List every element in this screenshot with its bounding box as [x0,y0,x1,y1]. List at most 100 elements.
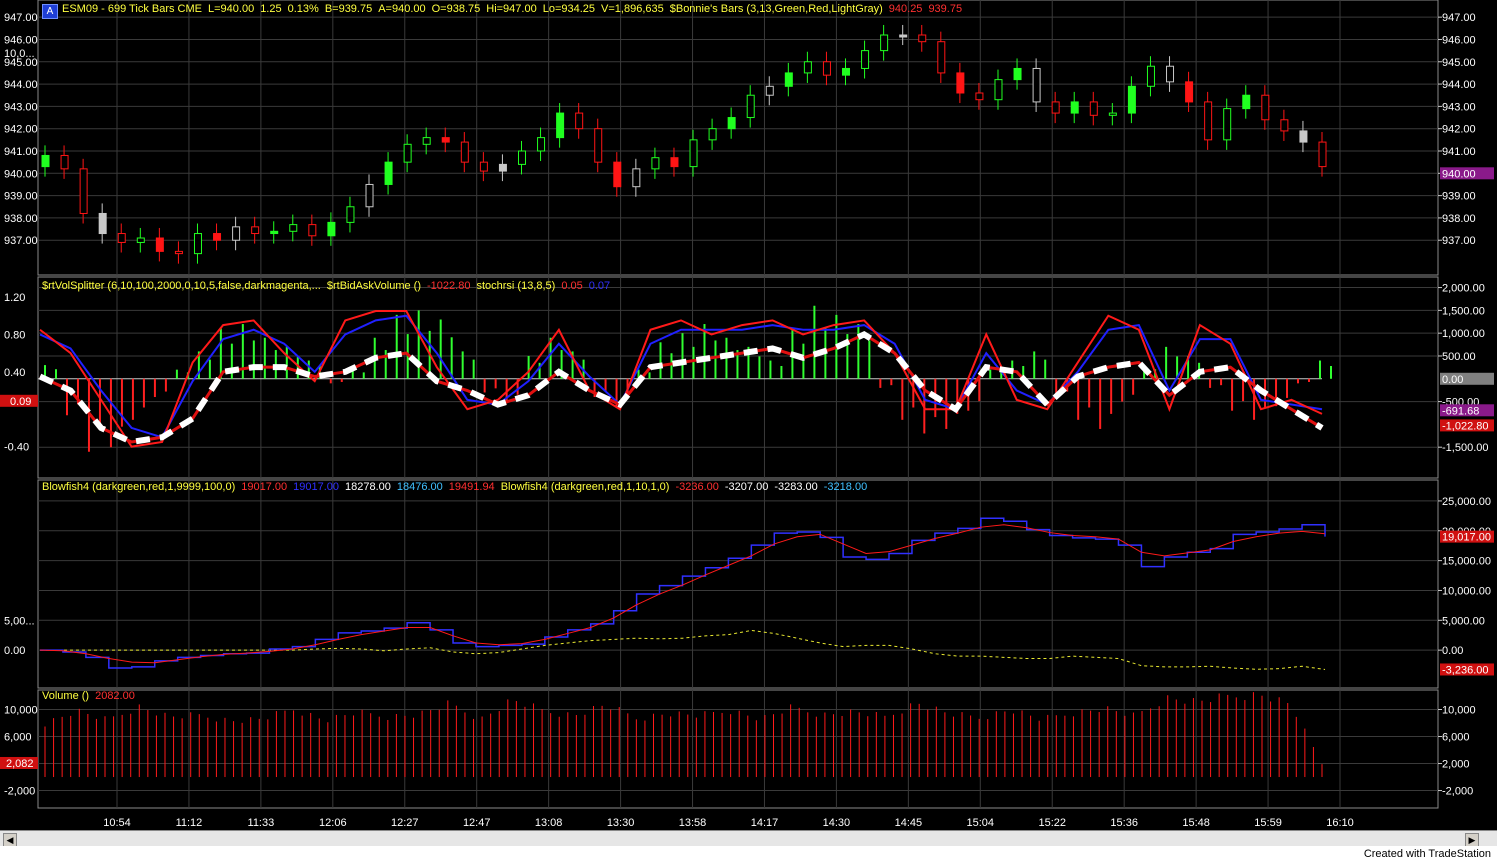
candle-body-21 [441,137,450,143]
header-value-2-3: stochrsi (13,8,5) [476,280,556,292]
candle-body-43 [861,50,870,69]
y-tick-right-2-2: 15,000.00 [1442,556,1491,568]
candle-body-32 [651,157,660,170]
chart-symbol-badge[interactable]: A [42,4,58,19]
y-tick-left-0-4: 943.00 [4,101,38,113]
candle-body-25 [517,150,526,165]
vol-left-flag-label: 2,082 [6,758,34,770]
time-label-11: 14:45 [895,817,923,829]
time-label-14: 15:36 [1110,817,1138,829]
header-value-3-10: -3218.00 [823,481,868,493]
header-value-1-5: A=940.00 [378,3,426,15]
horizontal-scrollbar[interactable]: ◀ ▶ [0,830,1497,847]
candle-body-15 [327,221,336,237]
y-tick-right-0-0: 947.00 [1442,12,1476,24]
panel-frame-2 [37,479,1439,689]
header-value-1-4: B=939.75 [324,3,373,15]
header-value-2-2: -1022.80 [427,280,471,292]
y-tick-right-1-1: 1,500.00 [1442,305,1485,317]
candle-body-34 [689,139,698,168]
candle-body-60 [1185,81,1194,103]
header-value-3-5: 19491.94 [448,481,495,493]
candle-body-14 [308,224,317,237]
header-value-3-4: 18476.00 [396,481,443,493]
footer-credit: Created with TradeStation [1363,848,1491,860]
candle-body-35 [708,128,717,141]
scroll-left-arrow-icon[interactable]: ◀ [3,833,17,847]
left-red-flag-label: 0.09 [10,396,31,408]
candle-body-22 [460,141,469,163]
header-value-4-1: 2082.00 [95,690,135,702]
candle-body-67 [1318,141,1327,168]
candle-body-65 [1280,119,1289,132]
candle-body-57 [1127,85,1136,114]
scroll-right-arrow-icon[interactable]: ▶ [1465,833,1479,847]
footer-bar [0,846,1497,862]
candle-body-3 [98,212,107,235]
candle-body-39 [784,72,793,87]
y-tick-left-3-3: -2,000 [4,786,35,798]
y-tick-left-0-9: 938.00 [4,213,38,225]
header-value-3-1: 19017.00 [241,481,288,493]
time-label-17: 16:10 [1326,817,1354,829]
cum-red-flag-label: 19,017.00 [1442,532,1491,544]
y-tick-right-1-0: 2,000.00 [1442,283,1485,295]
y-tick-left-2-3: 10,0... [4,48,35,60]
header-value-1-0: ESM09 - 699 Tick Bars CME [62,3,202,15]
candle-body-6 [155,237,164,252]
y-tick-right-0-5: 942.00 [1442,124,1476,136]
candle-body-17 [365,183,374,208]
candle-body-11 [251,226,260,235]
candle-body-20 [422,137,431,145]
candle-body-55 [1089,101,1098,116]
header-value-2-0: $rtVolSplitter (6,10,100,2000,0,10,5,fal… [42,280,321,292]
header-value-1-2: 1.25 [260,3,282,15]
header-value-1-10: $Bonnie's Bars (3,13,Green,Red,LightGray… [669,3,883,15]
candle-body-46 [918,34,927,43]
header-value-3-2: 19017.00 [293,481,340,493]
y-tick-right-3-3: -2,000 [1442,786,1473,798]
candle-body-48 [956,72,965,94]
candle-body-13 [289,224,298,232]
candle-body-9 [213,233,222,241]
magenta-flag-label: -691.68 [1442,405,1479,417]
header-value-3-8: -3207.00 [724,481,769,493]
header-value-1-7: Hi=947.00 [486,3,537,15]
y-tick-left-0-1: 946.00 [4,34,38,46]
y-tick-right-1-5: -1,500.00 [1442,442,1488,454]
header-value-3-3: 18278.00 [345,481,391,493]
chart-canvas: 10:54 11:12 11:33 12:06 12:27 12:47 13:08 13:30… [0,0,1494,829]
candle-body-64 [1261,94,1270,121]
header-value-1-8: Lo=934.25 [542,3,596,15]
time-label-9: 14:17 [751,817,779,829]
header-value-3-7: -3236.00 [675,481,719,493]
candle-body-50 [994,79,1003,101]
y-tick-left-0-0: 947.00 [4,12,38,24]
y-tick-right-0-1: 946.00 [1442,34,1476,46]
y-tick-left-0-7: 940.00 [4,168,38,180]
candle-body-33 [670,157,679,168]
y-tick-left-1-3: -0.40 [4,442,29,454]
y-tick-right-1-2: 1,000.00 [1442,328,1485,340]
y-tick-right-0-4: 943.00 [1442,101,1476,113]
header-value-1-6: O=938.75 [431,3,481,15]
candle-body-24 [498,163,507,172]
time-label-7: 13:30 [607,817,635,829]
y-tick-left-0-8: 939.00 [4,191,38,203]
candle-body-66 [1299,130,1308,143]
time-label-15: 15:48 [1182,817,1210,829]
candle-body-54 [1070,101,1079,114]
candle-body-1 [60,154,69,170]
candle-body-49 [975,92,984,101]
candle-body-18 [384,161,393,185]
candle-body-61 [1204,101,1213,141]
candle-body-59 [1166,65,1175,83]
header-value-1-3: 0.13% [287,3,319,15]
candle-body-27 [556,112,565,139]
header-value-4-0: Volume () [42,690,90,702]
header-value-1-12: 939.75 [928,3,963,15]
y-tick-left-1-2: 0.40 [4,367,25,379]
header-value-1-11: 940.25 [888,3,923,15]
candle-body-40 [803,61,812,74]
candle-body-58 [1146,65,1155,87]
